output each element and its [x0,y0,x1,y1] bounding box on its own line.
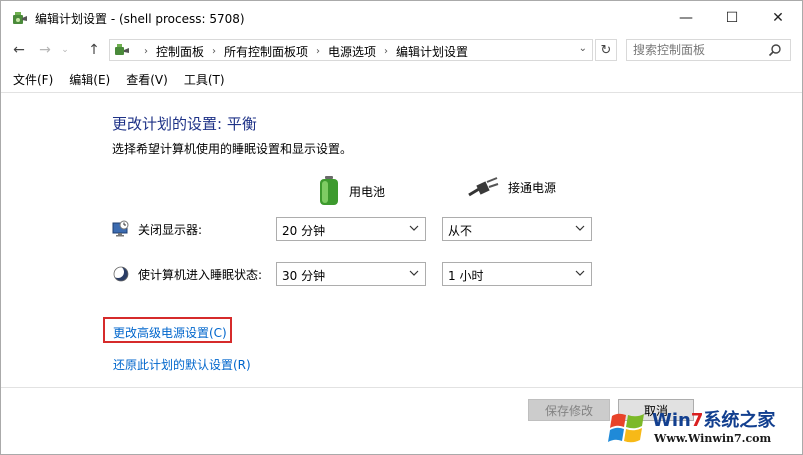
watermark-brand-prefix: Win [652,410,691,431]
select-value: 20 分钟 [282,224,326,238]
chevron-down-icon [575,270,585,276]
sleep-battery-select[interactable]: 30 分钟 [276,262,426,286]
divider [1,387,802,388]
select-value: 30 分钟 [282,269,326,283]
setting-row-display: 关闭显示器: [112,220,202,238]
close-button[interactable]: ✕ [755,1,801,35]
menu-tools[interactable]: 工具(T) [184,71,225,91]
minimize-button[interactable]: — [663,1,709,35]
window: 编辑计划设置 - (shell process: 5708) — ☐ ✕ ← →… [0,0,803,455]
breadcrumb-item-edit-plan[interactable]: 编辑计划设置 [396,43,468,60]
address-bar[interactable]: › 控制面板 › 所有控制面板项 › 电源选项 › 编辑计划设置 ⌄ [109,39,593,61]
monitor-icon [112,220,129,237]
display-battery-select[interactable]: 20 分钟 [276,217,426,241]
setting-label-display: 关闭显示器: [138,222,203,237]
navigation-bar: ← → ⌄ ↑ › 控制面板 › 所有控制面板项 › 电源选项 › 编辑计划设置… [1,36,802,64]
watermark-url: Www.Winwin7.com [654,432,772,445]
arrow-right-icon: → [39,42,51,58]
arrow-left-icon: ← [13,42,25,58]
arrow-up-icon: ↑ [88,42,100,58]
breadcrumb-item-power-options[interactable]: 电源选项 [328,43,376,60]
window-title: 编辑计划设置 - (shell process: 5708) [35,12,245,26]
search-input[interactable] [633,42,763,58]
menu-view[interactable]: 查看(V) [126,71,168,91]
battery-icon [320,176,338,205]
breadcrumb: › 控制面板 › 所有控制面板项 › 电源选项 › 编辑计划设置 [136,43,468,60]
page-title: 更改计划的设置: 平衡 [112,115,257,133]
control-panel-icon [115,44,129,55]
watermark-brand-seven: 7 [690,410,704,431]
watermark-brand: Win7系统之家 [652,406,775,432]
chevron-down-icon [575,225,585,231]
maximize-button[interactable]: ☐ [709,1,755,35]
watermark-brand-suffix: 系统之家 [703,410,776,431]
breadcrumb-item-all-items[interactable]: 所有控制面板项 [224,43,308,60]
up-button[interactable]: ↑ [84,39,104,61]
setting-row-sleep: 使计算机进入睡眠状态: [112,265,262,283]
menu-file[interactable]: 文件(F) [13,71,53,91]
search-box[interactable] [626,39,791,61]
select-value: 从不 [448,224,473,238]
recent-locations-button[interactable]: ⌄ [59,39,71,61]
chevron-down-icon: ⌄ [61,45,69,55]
minimize-icon: — [679,10,693,26]
column-label-battery: 用电池 [349,184,386,199]
page-description: 选择希望计算机使用的睡眠设置和显示设置。 [112,142,353,156]
breadcrumb-separator[interactable]: › [316,46,320,57]
back-button[interactable]: ← [9,39,29,61]
breadcrumb-separator: › [144,46,148,57]
column-label-plugged-in: 接通电源 [508,180,557,195]
select-value: 1 小时 [448,269,484,283]
power-options-icon [13,12,27,24]
breadcrumb-separator[interactable]: › [212,46,216,57]
column-header-plugged-in: 接通电源 [467,176,556,198]
search-icon[interactable] [768,43,782,57]
forward-button[interactable]: → [35,39,55,61]
menu-edit[interactable]: 编辑(E) [69,71,110,91]
restore-defaults-link[interactable]: 还原此计划的默认设置(R) [113,356,251,373]
display-plugged-in-select[interactable]: 从不 [442,217,592,241]
chevron-down-icon [409,270,419,276]
address-dropdown-icon[interactable]: ⌄ [579,43,587,54]
moon-icon [112,266,129,282]
setting-label-sleep: 使计算机进入睡眠状态: [138,267,263,282]
advanced-power-settings-link[interactable]: 更改高级电源设置(C) [113,324,227,341]
chevron-down-icon [409,225,419,231]
close-icon: ✕ [772,10,784,26]
windows-logo-icon [608,413,644,443]
breadcrumb-item-control-panel[interactable]: 控制面板 [156,43,204,60]
power-plug-icon [468,177,499,197]
divider [1,92,802,93]
refresh-button[interactable]: ↻ [595,39,617,61]
title-bar: 编辑计划设置 - (shell process: 5708) — ☐ ✕ [1,1,802,35]
menu-bar: 文件(F) 编辑(E) 查看(V) 工具(T) [1,71,229,91]
watermark: Win7系统之家 Www.Winwin7.com [606,402,802,454]
refresh-icon: ↻ [600,42,612,58]
maximize-icon: ☐ [725,10,739,26]
save-changes-button[interactable]: 保存修改 [528,399,610,421]
breadcrumb-separator[interactable]: › [384,46,388,57]
column-header-battery: 用电池 [319,176,385,206]
sleep-plugged-in-select[interactable]: 1 小时 [442,262,592,286]
